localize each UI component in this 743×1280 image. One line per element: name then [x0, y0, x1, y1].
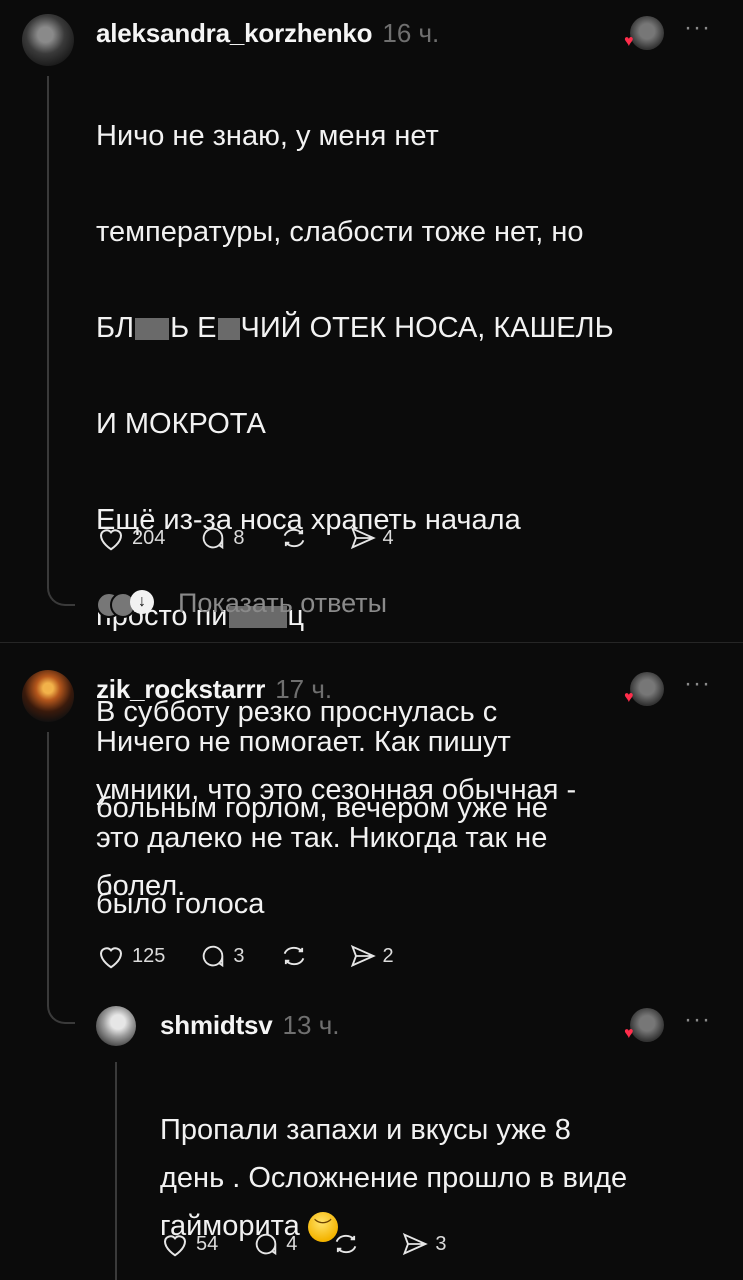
share-count: 2 — [382, 944, 394, 967]
text-line: И МОКРОТА — [96, 408, 266, 440]
like-button[interactable]: 125 — [96, 942, 165, 970]
reply-count: 4 — [286, 1232, 298, 1255]
heart-outline-icon — [99, 947, 123, 969]
show-replies-button[interactable]: ↓ Показать ответы — [96, 588, 387, 619]
text-part: ЧИЙ ОТЕК НОСА, КАШЕЛЬ — [240, 312, 614, 344]
send-icon — [350, 944, 376, 968]
author-liked-avatar: ♥ — [624, 672, 664, 706]
repost-button[interactable] — [279, 942, 315, 970]
comment-header: shmidtsv 13 ч. — [160, 1010, 339, 1041]
reply-avatars: ↓ — [96, 589, 154, 618]
share-count: 4 — [382, 526, 394, 549]
timestamp: 13 ч. — [282, 1010, 340, 1040]
like-count: 54 — [196, 1232, 219, 1255]
comment-icon — [203, 945, 224, 968]
author-liked-avatar: ♥ — [624, 1008, 664, 1042]
show-replies-label: Показать ответы — [178, 588, 387, 618]
thread-line — [115, 1062, 117, 1280]
comment-text-content: Пропали запахи и вкусы уже 8 день . Осло… — [160, 1114, 628, 1242]
avatar[interactable] — [22, 670, 74, 722]
timestamp: 17 ч. — [275, 674, 333, 704]
avatar[interactable] — [22, 14, 74, 66]
username[interactable]: zik_rockstarrr — [96, 674, 265, 705]
text-line-censored: БЛ Ь Е ЧИЙ ОТЕК НОСА, КАШЕЛЬ — [96, 304, 726, 352]
comment-icon — [203, 527, 224, 550]
repost-button[interactable] — [331, 1230, 367, 1258]
author-liked-avatar: ♥ — [624, 16, 664, 50]
repost-icon — [283, 528, 304, 548]
more-options-button[interactable]: ··· — [684, 670, 711, 698]
like-count: 204 — [132, 526, 166, 549]
arrow-down-icon: ↓ — [130, 589, 154, 614]
username[interactable]: shmidtsv — [160, 1010, 273, 1041]
heart-icon: ♥ — [624, 689, 634, 706]
action-bar: 125 3 2 — [96, 936, 428, 976]
share-button[interactable]: 2 — [349, 942, 394, 970]
text-part: Ь Е — [170, 312, 217, 344]
heart-outline-icon — [163, 1235, 187, 1257]
avatar[interactable] — [96, 1006, 136, 1046]
send-icon — [350, 526, 376, 550]
text-part: БЛ — [96, 312, 135, 344]
reply-button[interactable]: 3 — [199, 942, 245, 970]
heart-icon: ♥ — [624, 1025, 634, 1042]
thread-curve — [47, 586, 75, 606]
share-button[interactable]: 4 — [349, 524, 394, 552]
reply-button[interactable]: 4 — [252, 1230, 297, 1258]
send-icon — [403, 1232, 429, 1256]
comment-header: aleksandra_korzhenko 16 ч. — [96, 18, 439, 49]
thread-curve — [47, 1004, 75, 1024]
like-button[interactable]: 204 — [96, 524, 165, 552]
like-count: 125 — [132, 944, 166, 967]
more-options-button[interactable]: ··· — [684, 1006, 711, 1034]
heart-icon: ♥ — [624, 33, 634, 50]
comment-icon — [256, 1233, 277, 1256]
like-button[interactable]: 54 — [160, 1230, 218, 1258]
censor-block — [135, 318, 170, 341]
share-count: 3 — [435, 1232, 447, 1255]
reply-button[interactable]: 8 — [199, 524, 245, 552]
action-bar: 204 8 4 — [96, 518, 428, 558]
repost-icon — [336, 1234, 357, 1254]
censor-block — [217, 318, 240, 341]
repost-icon — [283, 946, 304, 966]
username[interactable]: aleksandra_korzhenko — [96, 18, 373, 49]
text-line: температуры, слабости тоже нет, но — [96, 216, 584, 248]
heart-outline-icon — [99, 529, 123, 551]
text-line: Ничо не знаю, у меня нет — [96, 120, 439, 152]
thread-line — [47, 76, 49, 586]
reply-count: 8 — [233, 526, 245, 549]
divider — [0, 642, 743, 643]
comment-text: Ничего не помогает. Как пишут умники, чт… — [96, 726, 577, 902]
share-button[interactable]: 3 — [401, 1230, 447, 1258]
timestamp: 16 ч. — [382, 18, 440, 48]
comment-text: Пропали запахи и вкусы уже 8 день . Осло… — [160, 1058, 730, 1250]
thread-line — [47, 732, 49, 1004]
reply-count: 3 — [233, 944, 245, 967]
comment-header: zik_rockstarrr 17 ч. — [96, 674, 332, 705]
more-options-button[interactable]: ··· — [684, 14, 711, 42]
action-bar: 54 4 3 — [160, 1224, 481, 1264]
repost-button[interactable] — [279, 524, 315, 552]
